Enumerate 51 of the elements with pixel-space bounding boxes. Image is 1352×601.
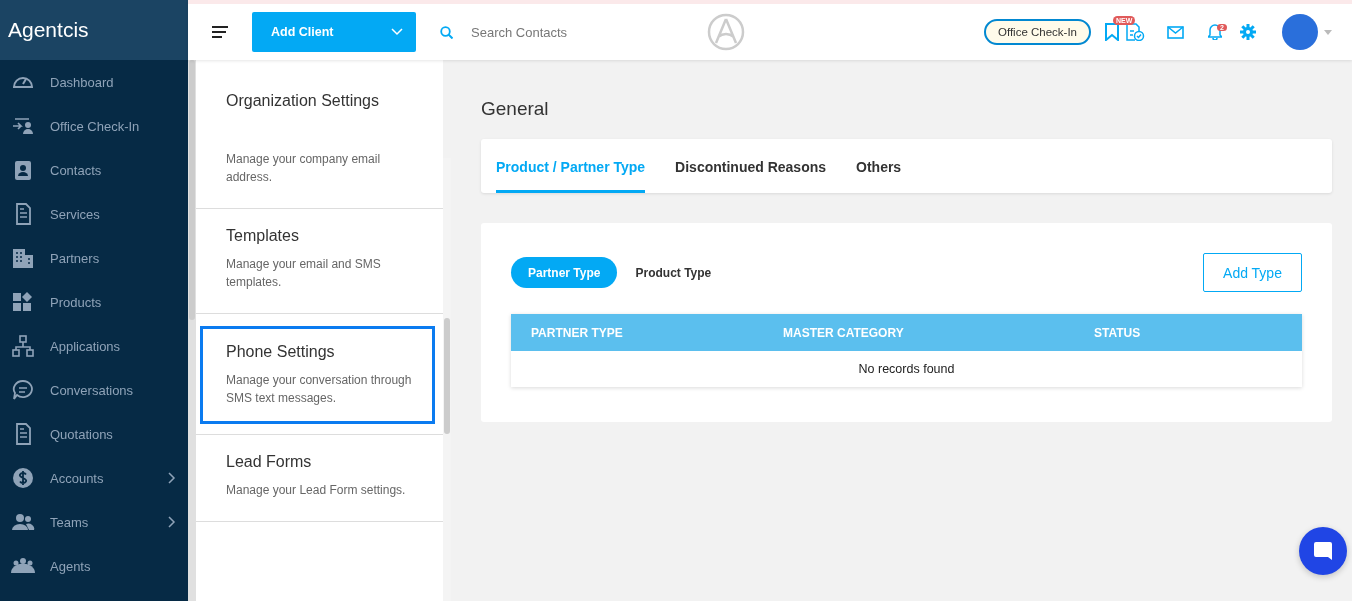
column-header: STATUS [1094, 325, 1142, 340]
checklist-icon[interactable] [1125, 23, 1145, 41]
chevron-right-icon [168, 516, 176, 528]
chat-bubble-icon [11, 378, 35, 402]
sidebar-item[interactable]: Applications [0, 324, 188, 368]
office-check-in-button[interactable]: Office Check-In [983, 19, 1091, 45]
logo-icon [707, 13, 745, 51]
sidebar-item[interactable]: Office Check-In [0, 104, 188, 148]
empty-message: No records found [857, 361, 956, 378]
settings-description: Manage your email and SMS templates. [226, 256, 382, 291]
settings-card[interactable]: Phone Settings Manage your conversation through SMS text messages. [200, 326, 435, 424]
dollar-coin-icon [11, 466, 35, 490]
chevron-down-icon [391, 28, 403, 36]
settings-icon[interactable] [1240, 24, 1256, 40]
hierarchy-icon [11, 334, 35, 358]
sidebar-item[interactable]: Accounts [0, 456, 188, 500]
settings-title: Phone Settings [226, 343, 336, 361]
page-title: General [481, 98, 550, 120]
chat-launcher-button[interactable] [1299, 527, 1347, 575]
settings-description: Manage your Lead Form settings. [226, 482, 407, 499]
settings-title: Organization Settings [226, 92, 380, 110]
column-header: PARTNER TYPE [531, 325, 624, 340]
blocks-icon [11, 290, 35, 314]
sidebar-item[interactable]: Products [0, 280, 188, 324]
sidebar-item[interactable]: Agents [0, 544, 188, 588]
column-header: MASTER CATEGORY [783, 325, 905, 340]
search-icon [440, 25, 453, 39]
sidebar-item[interactable]: Dashboard [0, 60, 188, 104]
sidebar-item[interactable]: Services [0, 192, 188, 236]
bell-icon[interactable] [1208, 24, 1222, 40]
settings-description: Manage your conversation through SMS text messages. [226, 372, 412, 407]
brand-name[interactable]: Agentcis [0, 0, 188, 60]
sidebar-item[interactable]: Quotations [0, 412, 188, 456]
sidebar-item[interactable]: Contacts [0, 148, 188, 192]
sidebar-item[interactable]: Teams [0, 500, 188, 544]
avatar[interactable] [1282, 14, 1318, 50]
building-icon [11, 246, 35, 270]
settings-title: Lead Forms [226, 453, 313, 471]
sidebar-item[interactable]: Conversations [0, 368, 188, 412]
settings-description: Manage your company email address. [226, 151, 382, 186]
menu-icon[interactable] [212, 26, 228, 38]
caret-down-icon[interactable] [1324, 29, 1332, 35]
tab[interactable]: Others [856, 139, 902, 193]
settings-title: Templates [226, 227, 300, 245]
chat-bubble-icon [1313, 541, 1333, 561]
sidebar-item[interactable]: Partners [0, 236, 188, 280]
bookmark-icon[interactable] [1105, 23, 1119, 41]
chevron-right-icon [168, 472, 176, 484]
tab[interactable]: Discontinued Reasons [675, 139, 827, 193]
type-toggle[interactable]: Product Type [623, 257, 724, 288]
mail-icon[interactable] [1167, 25, 1184, 39]
